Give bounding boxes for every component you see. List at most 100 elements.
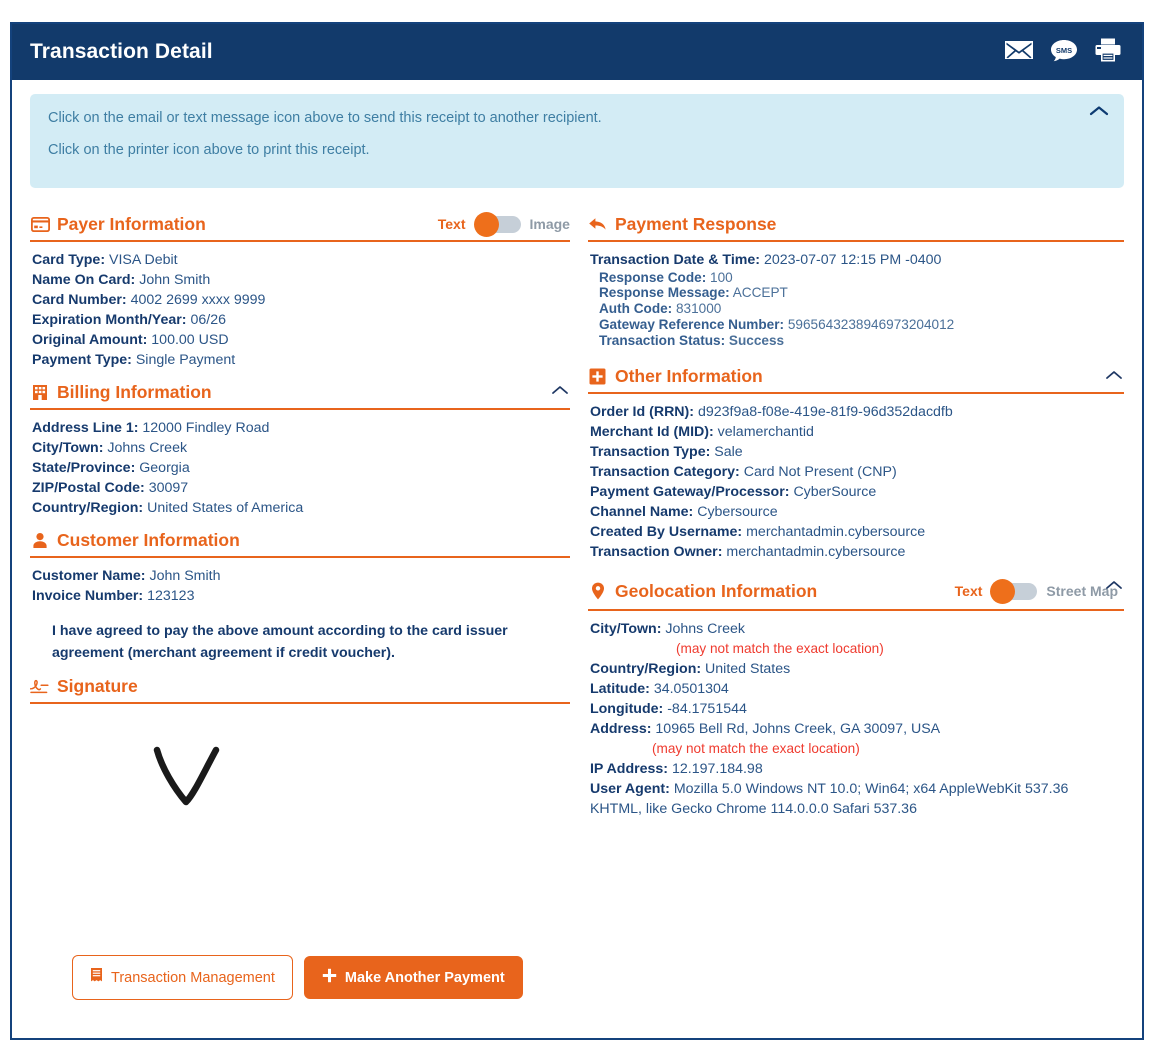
section-header-signature: Signature — [30, 676, 570, 704]
field-value: United States of America — [147, 499, 304, 516]
geolocation-text-map-toggle[interactable]: Text Street Map — [955, 578, 1118, 604]
field-key: Response Code: — [598, 269, 707, 285]
billing-fields: Address Line 1: 12000 Findley Road City/… — [30, 418, 570, 518]
payer-toggle-knob — [473, 211, 499, 237]
field-value: VISA Debit — [109, 251, 178, 268]
field-row: Payment Type: Single Payment — [32, 350, 570, 370]
geolocation-toggle-switch[interactable] — [990, 578, 1038, 604]
status-row: Transaction Status: Success — [599, 333, 1124, 349]
field-key: Transaction Status: — [598, 332, 726, 348]
field-value: 12.197.184.98 — [671, 761, 763, 778]
field-row: Country/Region: United States — [590, 659, 1124, 679]
right-column: Payment Response Transaction Date & Time… — [584, 202, 1124, 912]
field-row: City/Town: Johns Creek — [590, 619, 1124, 639]
printer-icon[interactable] — [1094, 37, 1122, 68]
field-value: 4002 2699 xxxx 9999 — [130, 291, 266, 308]
field-key: Country/Region: — [32, 499, 144, 516]
field-value: Single Payment — [135, 351, 236, 368]
field-key: City/Town: — [589, 621, 662, 638]
titlebar: Transaction Detail SMS — [12, 24, 1142, 80]
transaction-detail-card: Transaction Detail SMS Click on the emai… — [10, 22, 1144, 1040]
transaction-management-button[interactable]: Transaction Management — [72, 955, 293, 1000]
field-row: Order Id (RRN): d923f9a8-f08e-419e-81f9-… — [590, 402, 1124, 422]
field-key: Latitude: — [589, 681, 650, 698]
make-another-payment-button[interactable]: Make Another Payment — [303, 956, 523, 999]
field-row: Name On Card: John Smith — [32, 270, 570, 290]
field-value: CyberSource — [793, 484, 877, 501]
field-key: Invoice Number: — [32, 587, 144, 604]
person-icon — [30, 530, 50, 550]
section-header-customer-information: Customer Information — [30, 530, 570, 558]
field-row: Address Line 1: 12000 Findley Road — [32, 418, 570, 438]
other-collapse-chevron-up-icon[interactable] — [1104, 368, 1124, 386]
field-row: Longitude: -84.1751544 — [590, 699, 1124, 719]
credit-card-icon — [30, 214, 50, 234]
customer-fields: Customer Name: John Smith Invoice Number… — [30, 566, 570, 606]
footer-actions: Transaction Management Make Another Paym… — [72, 955, 523, 1000]
email-icon[interactable] — [1004, 39, 1034, 66]
field-value: merchantadmin.cybersource — [746, 524, 926, 541]
field-value: Sale — [714, 444, 743, 461]
sms-icon[interactable]: SMS — [1050, 38, 1078, 67]
field-key: Transaction Category: — [589, 464, 740, 481]
other-fields: Order Id (RRN): d923f9a8-f08e-419e-81f9-… — [588, 402, 1124, 562]
field-key: ZIP/Postal Code: — [32, 479, 145, 496]
field-row: Payment Gateway/Processor: CyberSource — [590, 482, 1124, 502]
billing-collapse-chevron-up-icon[interactable] — [550, 383, 570, 401]
field-row: Merchant Id (MID): velamerchantid — [590, 422, 1124, 442]
field-value: merchantadmin.cybersource — [726, 544, 906, 561]
banner-collapse-chevron-up-icon[interactable] — [1088, 104, 1110, 123]
field-row: Channel Name: Cybersource — [590, 502, 1124, 522]
field-key: Original Amount: — [32, 331, 148, 348]
section-title-customer-information: Customer Information — [57, 529, 240, 550]
field-row: Created By Username: merchantadmin.cyber… — [590, 522, 1124, 542]
reply-arrow-icon — [588, 214, 608, 234]
field-row: User Agent: Mozilla 5.0 Windows NT 10.0;… — [590, 779, 1124, 819]
field-key: State/Province: — [32, 459, 136, 476]
banner-line-1: Click on the email or text message icon … — [48, 110, 602, 126]
receipt-icon — [90, 967, 103, 988]
geolocation-header-right: Text Street Map — [955, 578, 1124, 604]
geolocation-toggle-knob — [990, 578, 1016, 604]
info-banner: Click on the email or text message icon … — [30, 94, 1124, 188]
building-icon — [30, 382, 50, 402]
field-row: Card Number: 4002 2699 xxxx 9999 — [32, 290, 570, 310]
section-title-geolocation-information: Geolocation Information — [614, 580, 818, 601]
field-row: State/Province: Georgia — [32, 458, 570, 478]
field-value: Georgia — [139, 459, 190, 476]
section-header-payer-information: Payer Information Text Image — [30, 211, 570, 242]
field-row: Invoice Number: 123123 — [32, 586, 570, 606]
field-row: Transaction Date & Time: 2023-07-07 12:1… — [590, 250, 1124, 270]
field-key: Gateway Reference Number: — [598, 316, 785, 332]
field-key: Address Line 1: — [32, 419, 139, 436]
field-row: Latitude: 34.0501304 — [590, 679, 1124, 699]
field-key: Longitude: — [589, 701, 664, 718]
field-value: Johns Creek — [665, 621, 746, 638]
field-key: Response Message: — [598, 285, 730, 301]
payment-response-subfields: Response Code: 100 Response Message: ACC… — [590, 270, 1124, 349]
page-title: Transaction Detail — [30, 40, 213, 63]
field-value: 100 — [710, 269, 733, 285]
field-row: IP Address: 12.197.184.98 — [590, 759, 1124, 779]
field-value: 06/26 — [190, 311, 226, 328]
detail-columns: Payer Information Text Image Card Type: … — [12, 188, 1142, 912]
signature-pad[interactable] — [30, 712, 570, 912]
city-location-note: (may not match the exact location) — [675, 641, 884, 657]
field-key: Transaction Owner: — [589, 544, 723, 561]
field-row: Gateway Reference Number: 59656432389469… — [599, 317, 1124, 333]
field-key: User Agent: — [589, 781, 670, 798]
billing-header-right — [544, 383, 570, 401]
field-row: City/Town: Johns Creek — [32, 438, 570, 458]
field-value: United States — [705, 661, 791, 678]
geolocation-collapse-chevron-up-icon[interactable] — [1104, 578, 1124, 596]
field-key: Auth Code: — [598, 301, 673, 317]
payer-toggle-switch[interactable] — [473, 211, 521, 237]
field-value: 100.00 USD — [151, 331, 229, 348]
section-header-other-information: Other Information — [587, 366, 1124, 395]
geolocation-fields: City/Town: Johns Creek (may not match th… — [588, 619, 1124, 819]
field-row: Card Type: VISA Debit — [32, 250, 570, 270]
section-header-billing-information: Billing Information — [30, 382, 570, 410]
payer-text-image-toggle[interactable]: Text Image — [438, 211, 570, 237]
field-key: Transaction Date & Time: — [589, 251, 761, 268]
field-row: Auth Code: 831000 — [599, 301, 1124, 317]
